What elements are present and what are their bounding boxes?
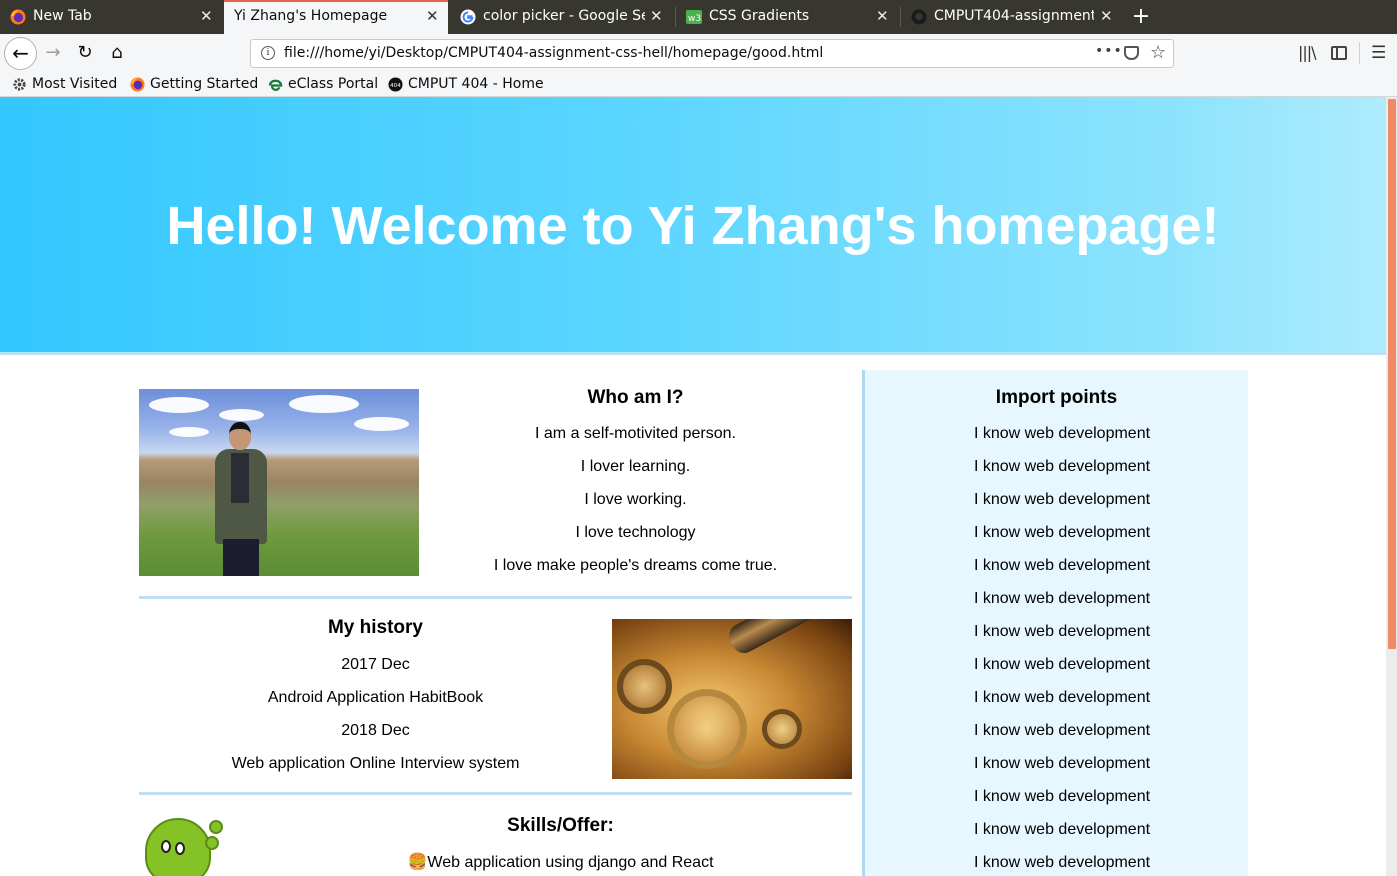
point-item: I know web development — [973, 854, 1151, 871]
point-item: I know web development — [973, 425, 1151, 442]
tab-css-gradients[interactable]: w3 CSS Gradients ✕ — [676, 0, 898, 34]
who-line: I love working. — [584, 491, 687, 508]
menu-icon[interactable]: ☰ — [1371, 43, 1386, 63]
points-title: Import points — [995, 387, 1118, 408]
page-scrollbar[interactable] — [1386, 97, 1397, 876]
forward-button[interactable]: → — [38, 38, 68, 68]
page-title: Hello! Welcome to Yi Zhang's homepage! — [166, 196, 1220, 256]
who-title: Who am I? — [587, 387, 684, 408]
tab-label: CSS Gradients — [709, 8, 810, 24]
tab-label: New Tab — [33, 8, 92, 24]
tab-label: color picker - Google Sea — [483, 8, 645, 24]
bookmark-label: Most Visited — [32, 76, 118, 92]
address-bar[interactable]: i file:///home/yi/Desktop/CMPUT404-assig… — [250, 39, 1174, 68]
tab-homepage[interactable]: Yi Zhang's Homepage ✕ — [224, 0, 448, 34]
point-item: I know web development — [973, 755, 1151, 772]
tab-github[interactable]: CMPUT404-assignment-c ✕ — [901, 0, 1123, 34]
skills-title: Skills/Offer: — [507, 815, 614, 836]
cmput404-icon: 404 — [388, 77, 403, 92]
pocket-icon[interactable] — [1124, 46, 1139, 60]
point-item: I know web development — [973, 590, 1151, 607]
url-text[interactable]: file:///home/yi/Desktop/CMPUT404-assignm… — [284, 45, 823, 61]
skills-line: 🍔Web application using django and React — [407, 854, 714, 871]
toolbar-divider — [1359, 42, 1360, 64]
eclass-icon — [268, 79, 283, 91]
close-icon[interactable]: ✕ — [200, 6, 213, 26]
profile-photo — [139, 389, 419, 576]
bookmarks-toolbar: Most Visited Getting Started eClass Port… — [0, 72, 1397, 97]
history-photo — [612, 619, 852, 779]
new-tab-button[interactable]: + — [1128, 3, 1154, 31]
history-line: 2018 Dec — [341, 722, 410, 739]
who-line: I lover learning. — [580, 458, 691, 475]
tab-label: CMPUT404-assignment-c — [934, 8, 1094, 24]
mascot-image — [139, 816, 265, 876]
home-button[interactable]: ⌂ — [102, 38, 132, 68]
point-item: I know web development — [973, 656, 1151, 673]
tab-new-tab[interactable]: New Tab ✕ — [0, 0, 222, 34]
point-item: I know web development — [973, 722, 1151, 739]
point-item: I know web development — [973, 524, 1151, 541]
library-icon[interactable]: |||\ — [1298, 43, 1317, 63]
close-icon[interactable]: ✕ — [650, 6, 663, 26]
w3schools-icon: w3 — [686, 10, 702, 24]
bookmark-star-icon[interactable]: ☆ — [1150, 42, 1166, 64]
reload-button[interactable]: ↻ — [70, 38, 100, 68]
page-actions-icon[interactable]: ••• — [1095, 43, 1123, 59]
back-button[interactable]: ← — [4, 37, 37, 70]
google-icon — [460, 9, 476, 25]
point-item: I know web development — [973, 821, 1151, 838]
bookmark-label: CMPUT 404 - Home — [408, 76, 544, 92]
history-line: 2017 Dec — [341, 656, 410, 673]
github-icon — [911, 9, 927, 25]
firefox-icon — [130, 77, 145, 92]
section-divider — [139, 792, 852, 795]
bookmark-label: Getting Started — [150, 76, 259, 92]
page-viewport: Hello! Welcome to Yi Zhang's homepage! W… — [0, 97, 1386, 876]
hero-banner: Hello! Welcome to Yi Zhang's homepage! — [0, 97, 1386, 355]
tab-color-picker[interactable]: color picker - Google Sea ✕ — [450, 0, 672, 34]
section-divider — [139, 596, 852, 599]
sidebar-icon[interactable] — [1331, 46, 1347, 60]
firefox-icon — [10, 9, 26, 25]
scrollbar-thumb[interactable] — [1388, 99, 1396, 649]
svg-text:w3: w3 — [688, 14, 701, 24]
navigation-toolbar: ← → ↻ ⌂ i file:///home/yi/Desktop/CMPUT4… — [0, 34, 1397, 72]
history-title: My history — [327, 617, 424, 638]
info-icon[interactable]: i — [261, 46, 275, 60]
close-icon[interactable]: ✕ — [426, 6, 439, 26]
tab-strip: New Tab ✕ Yi Zhang's Homepage ✕ color pi… — [0, 0, 1397, 34]
point-item: I know web development — [973, 623, 1151, 640]
point-item: I know web development — [973, 788, 1151, 805]
point-item: I know web development — [973, 491, 1151, 508]
svg-text:404: 404 — [390, 83, 401, 89]
bookmark-label: eClass Portal — [288, 76, 379, 92]
point-item: I know web development — [973, 458, 1151, 475]
who-line: I am a self-motivited person. — [535, 425, 736, 442]
history-line: Android Application HabitBook — [267, 689, 484, 706]
close-icon[interactable]: ✕ — [876, 6, 889, 26]
gear-icon — [13, 78, 26, 91]
history-line: Web application Online Interview system — [231, 755, 520, 772]
who-line: I love technology — [575, 524, 696, 541]
who-line: I love make people's dreams come true. — [493, 557, 778, 574]
important-points-panel: Import points I know web development I k… — [862, 370, 1248, 876]
tab-label: Yi Zhang's Homepage — [234, 8, 388, 24]
close-icon[interactable]: ✕ — [1100, 6, 1113, 26]
point-item: I know web development — [973, 689, 1151, 706]
point-item: I know web development — [973, 557, 1151, 574]
